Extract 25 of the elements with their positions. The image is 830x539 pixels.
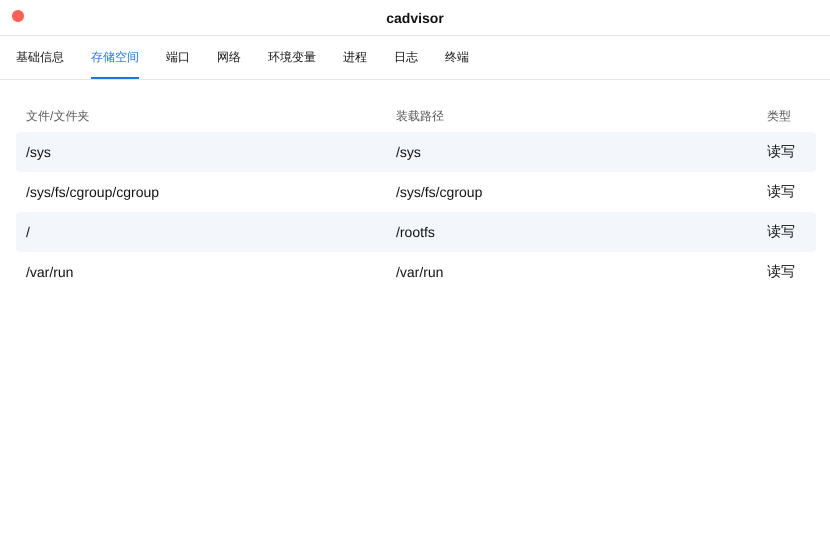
table-cell-text: 读写 bbox=[767, 223, 796, 241]
table-cell-text: /rootfs bbox=[396, 224, 436, 240]
table-cell-text: /var/run bbox=[26, 264, 74, 280]
tab[interactable]: 进程 bbox=[343, 36, 367, 79]
table-cell-text: / bbox=[26, 224, 31, 240]
tab[interactable]: 存储空间 bbox=[91, 36, 139, 79]
column-header: 装载路径 bbox=[396, 108, 445, 124]
table-cell-text: 读写 bbox=[767, 263, 796, 281]
tab[interactable]: 环境变量 bbox=[268, 36, 316, 79]
window-title: cadvisor bbox=[386, 10, 444, 26]
table-cell-text: /sys/fs/cgroup/cgroup bbox=[26, 184, 160, 200]
tab[interactable]: 日志 bbox=[394, 36, 418, 79]
table-cell-text: /var/run bbox=[396, 264, 444, 280]
table-cell-text: /sys/fs/cgroup bbox=[396, 184, 484, 200]
tab[interactable]: 基础信息 bbox=[16, 36, 64, 79]
close-button[interactable] bbox=[12, 10, 24, 22]
tab[interactable]: 终端 bbox=[445, 36, 469, 79]
table-cell-text: 读写 bbox=[767, 183, 796, 201]
table-cell-text: /sys bbox=[396, 144, 422, 160]
column-header: 类型 bbox=[767, 108, 792, 124]
column-header: 文件/文件夹 bbox=[26, 108, 90, 124]
table-cell-text: /sys bbox=[26, 144, 52, 160]
table-cell-text: 读写 bbox=[767, 143, 796, 161]
tab[interactable]: 网络 bbox=[217, 36, 241, 79]
tab[interactable]: 端口 bbox=[166, 36, 190, 79]
